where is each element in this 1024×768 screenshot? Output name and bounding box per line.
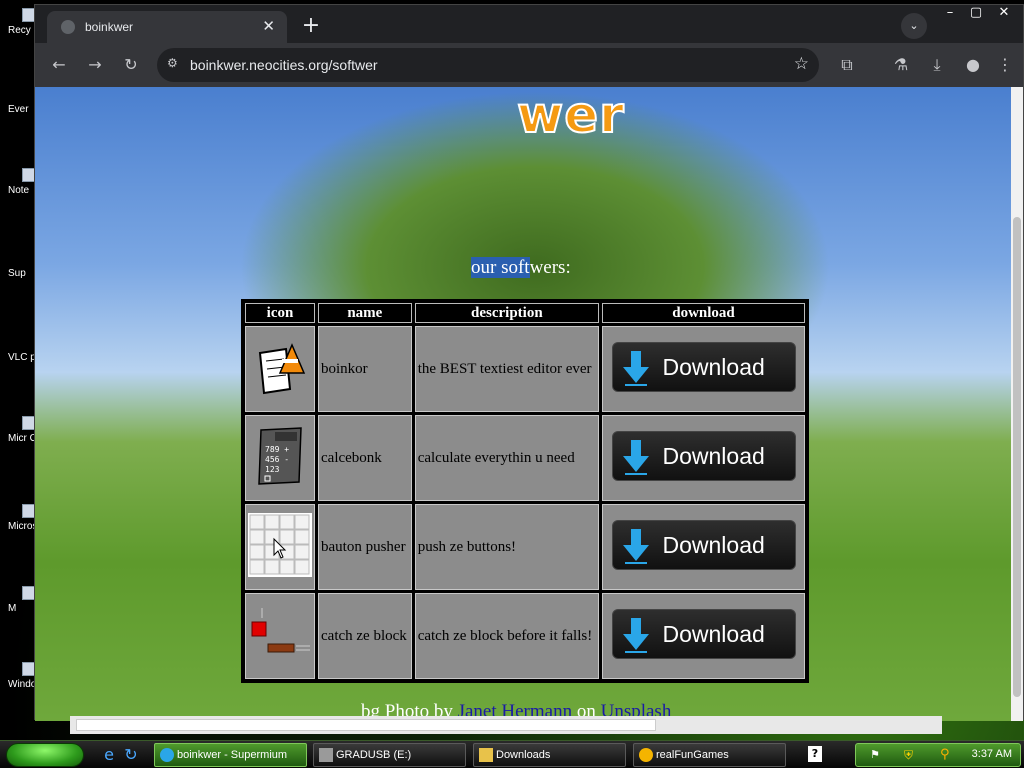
system-tray: ⚑ ⛨ ⚲ 3:37 AM xyxy=(855,743,1021,767)
calculator-icon: 789 + 456 - 123 xyxy=(258,426,302,485)
desktop-icon-super[interactable]: Sup xyxy=(0,268,38,279)
tab-boinkwer[interactable]: boinkwer ✕ xyxy=(47,11,287,43)
software-name: bauton pusher xyxy=(318,504,412,590)
profile-icon[interactable]: ● xyxy=(959,51,987,79)
svg-text:789 +: 789 + xyxy=(265,445,289,454)
icon-cell xyxy=(245,504,315,590)
table-row: boinkor the BEST textiest editor ever Do… xyxy=(245,326,805,412)
table-row: bauton pusher push ze buttons! Download xyxy=(245,504,805,590)
notepad-cone-icon xyxy=(258,342,306,394)
tab-strip: boinkwer ✕ + ⌄ – ▢ ✕ xyxy=(35,5,1023,43)
heading-highlighted-text: our soft xyxy=(471,257,530,278)
horizontal-scrollbar[interactable] xyxy=(70,716,942,734)
software-description: calculate everythin u need xyxy=(414,415,599,501)
download-arrow-icon xyxy=(622,528,649,564)
close-window-button[interactable]: ✕ xyxy=(989,3,1019,23)
browser-window: boinkwer ✕ + ⌄ – ▢ ✕ ← → ↻ ⚙ boinkwer.ne… xyxy=(34,4,1024,721)
site-logo: wer xyxy=(516,87,625,144)
software-description: the BEST textiest editor ever xyxy=(414,326,599,412)
desktop-icon-notepad[interactable]: Note xyxy=(0,168,38,196)
icon-cell xyxy=(245,326,315,412)
download-arrow-icon xyxy=(622,439,649,475)
taskbar-item-realfungames[interactable]: realFunGames xyxy=(633,743,786,767)
download-button-calcebonk[interactable]: Download xyxy=(611,430,796,481)
download-cell: Download xyxy=(602,326,805,412)
reload-button[interactable]: ↻ xyxy=(117,51,145,79)
scrollbar-thumb[interactable] xyxy=(1013,217,1021,697)
page-viewport: wer our softwers: icon name description … xyxy=(35,87,1013,721)
horizontal-scrollbar-thumb[interactable] xyxy=(76,719,656,731)
download-cell: Download xyxy=(602,504,805,590)
desktop-icon-office[interactable]: Micr Offi xyxy=(0,416,38,444)
desktop-icon-m[interactable]: M xyxy=(0,586,38,614)
software-description: catch ze block before it falls! xyxy=(414,593,599,679)
download-cell: Download xyxy=(602,593,805,679)
extensions-icon[interactable]: ⧉ xyxy=(833,51,861,79)
taskbar-item-supermium[interactable]: boinkwer - Supermium xyxy=(154,743,307,767)
download-arrow-icon xyxy=(622,617,649,653)
software-name: catch ze block xyxy=(318,593,412,679)
download-cell: Download xyxy=(602,415,805,501)
game-icon xyxy=(639,748,653,762)
desktop-icon-recycle-bin[interactable]: Recy xyxy=(0,8,38,36)
search-icon[interactable]: ⚲ xyxy=(940,747,950,762)
svg-text:456 -: 456 - xyxy=(265,455,289,464)
download-arrow-icon xyxy=(622,350,649,386)
column-header-name: name xyxy=(318,303,412,323)
shield-icon[interactable]: ⛨ xyxy=(904,748,913,763)
maximize-button[interactable]: ▢ xyxy=(961,3,991,23)
page-heading: our softwers: xyxy=(471,257,571,279)
taskbar-item-gradusb[interactable]: GRADUSB (E:) xyxy=(313,743,466,767)
desktop-icon-vlc[interactable]: VLC pl xyxy=(0,352,38,363)
site-info-icon[interactable]: ⚙ xyxy=(167,56,183,72)
download-button-catch-ze-block[interactable]: Download xyxy=(611,608,796,659)
new-tab-button[interactable]: + xyxy=(297,13,325,41)
icon-cell: 789 + 456 - 123 xyxy=(245,415,315,501)
back-button[interactable]: ← xyxy=(45,51,73,79)
address-bar[interactable]: ⚙ boinkwer.neocities.org/softwer ☆ xyxy=(157,48,819,82)
labs-flask-icon[interactable]: ⚗ xyxy=(887,51,915,79)
download-button-boinkor[interactable]: Download xyxy=(611,341,796,392)
menu-kebab-icon[interactable]: ⋮ xyxy=(991,51,1019,79)
column-header-icon: icon xyxy=(245,303,315,323)
drive-icon xyxy=(319,748,333,762)
internet-explorer-icon[interactable]: e xyxy=(100,746,118,764)
software-description: push ze buttons! xyxy=(414,504,599,590)
table-row: catch ze block catch ze block before it … xyxy=(245,593,805,679)
clock[interactable]: 3:37 AM xyxy=(972,748,1012,760)
icon-cell xyxy=(245,593,315,679)
column-header-description: description xyxy=(414,303,599,323)
start-button[interactable] xyxy=(6,743,84,767)
software-name: boinkor xyxy=(318,326,412,412)
software-name: calcebonk xyxy=(318,415,412,501)
falling-block-icon xyxy=(251,607,310,652)
download-button-bauton-pusher[interactable]: Download xyxy=(611,519,796,570)
close-tab-icon[interactable]: ✕ xyxy=(262,17,275,35)
button-grid-icon xyxy=(248,512,312,577)
folder-icon xyxy=(479,748,493,762)
tab-search-button[interactable]: ⌄ xyxy=(901,13,927,39)
download-icon[interactable]: ⤓ xyxy=(923,51,951,79)
bookmark-star-icon[interactable]: ☆ xyxy=(794,54,809,74)
desktop-icon-windows[interactable]: Windo M xyxy=(0,662,38,690)
globe-icon xyxy=(61,20,75,34)
taskbar-item-downloads[interactable]: Downloads xyxy=(473,743,626,767)
browser-toolbar: ← → ↻ ⚙ boinkwer.neocities.org/softwer ☆… xyxy=(35,43,1023,87)
taskbar: e ↻ boinkwer - Supermium GRADUSB (E:) Do… xyxy=(0,740,1024,768)
vertical-scrollbar[interactable] xyxy=(1011,87,1023,721)
desktop-icon-evernote[interactable]: Ever xyxy=(0,104,38,115)
refresh-quicklaunch-icon[interactable]: ↻ xyxy=(122,746,140,764)
desktop-icon-studio[interactable]: Micros Stud xyxy=(0,504,38,532)
svg-text:123: 123 xyxy=(265,465,280,474)
browser-app-icon xyxy=(160,748,174,762)
forward-button[interactable]: → xyxy=(81,51,109,79)
heading-text: wers: xyxy=(529,257,571,278)
table-row: 789 + 456 - 123 calcebonk calculate ever… xyxy=(245,415,805,501)
help-icon[interactable]: ? xyxy=(808,746,822,762)
network-icon[interactable]: ⚑ xyxy=(870,748,880,761)
column-header-download: download xyxy=(602,303,805,323)
software-table: icon name description download boinkor t… xyxy=(241,299,809,683)
url-text: boinkwer.neocities.org/softwer xyxy=(190,57,378,73)
tab-title: boinkwer xyxy=(85,20,134,34)
